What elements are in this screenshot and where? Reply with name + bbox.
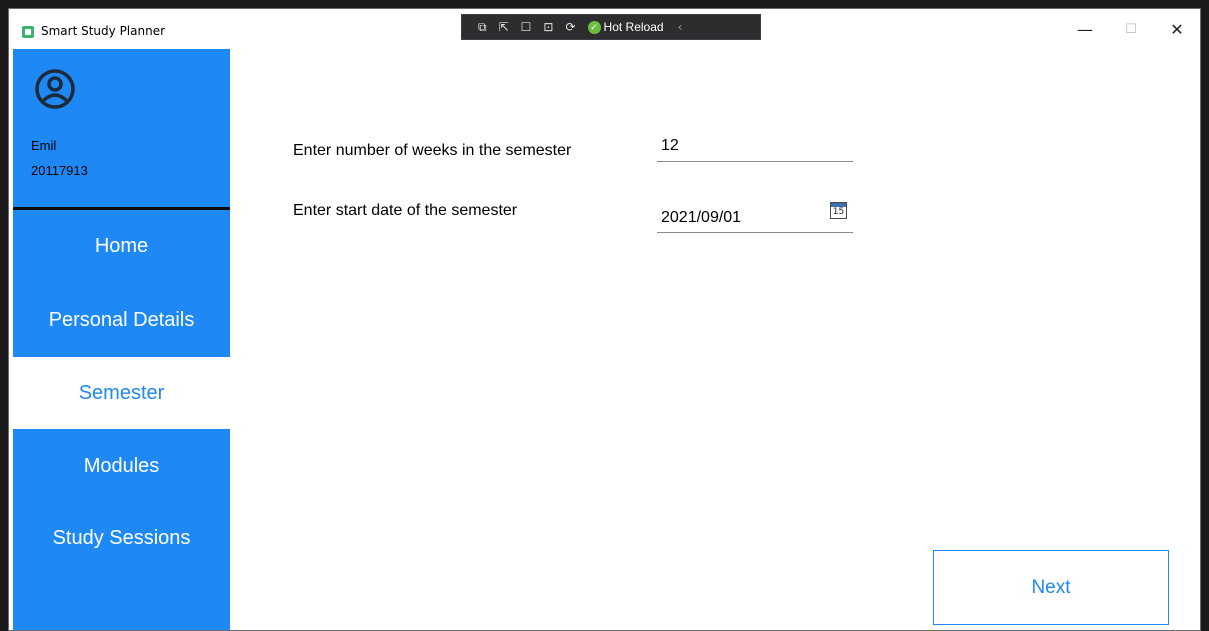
debug-toolbar: ⧉ ⇱ ☐ ⊡ ⟳ ✓ Hot Reload ‹ [461,14,761,40]
live-visual-tree-icon[interactable]: ⧉ [478,20,487,35]
nav-item-personal-details[interactable]: Personal Details [13,284,230,356]
user-name: Emil [31,138,57,153]
window-controls: — ☐ ✕ [1062,9,1200,49]
app-icon [22,26,34,38]
user-circle-icon [35,69,75,109]
sidebar: Emil 20117913 Home Personal Details Seme… [13,49,230,630]
title-bar[interactable]: Smart Study Planner ⧉ ⇱ ☐ ⊡ ⟳ ✓ Hot Relo… [9,9,1200,49]
track-focused-element-icon[interactable]: ⊡ [543,20,553,34]
user-profile: Emil 20117913 [13,49,230,210]
window-title: Smart Study Planner [41,24,166,38]
start-date-value: 2021/09/01 [661,209,742,226]
weeks-value: 12 [661,137,679,154]
nav-item-study-sessions[interactable]: Study Sessions [13,502,230,574]
next-button[interactable]: Next [933,550,1169,625]
nav-item-home[interactable]: Home [13,210,230,282]
collapse-toolbar-icon[interactable]: ‹ [678,20,683,34]
calendar-icon[interactable]: 15 [830,202,847,219]
display-layout-adorners-icon[interactable]: ☐ [521,20,532,34]
start-date-picker[interactable]: 2021/09/01 15 [657,201,853,233]
start-date-label: Enter start date of the semester [293,202,518,219]
close-button[interactable]: ✕ [1154,9,1200,49]
binding-failures-icon[interactable]: ⟳ [565,20,575,34]
hot-reload-label: Hot Reload [603,20,664,34]
maximize-button[interactable]: ☐ [1108,9,1154,49]
nav-item-semester[interactable]: Semester [13,357,230,429]
hot-reload-status[interactable]: ✓ Hot Reload [587,20,664,34]
weeks-input[interactable]: 12 [657,132,853,162]
nav-item-modules[interactable]: Modules [13,430,230,502]
check-circle-icon: ✓ [587,20,601,34]
user-id: 20117913 [31,163,88,178]
select-element-icon[interactable]: ⇱ [499,20,509,34]
weeks-label: Enter number of weeks in the semester [293,142,572,159]
app-window: Smart Study Planner ⧉ ⇱ ☐ ⊡ ⟳ ✓ Hot Relo… [8,8,1201,631]
minimize-button[interactable]: — [1062,9,1108,49]
